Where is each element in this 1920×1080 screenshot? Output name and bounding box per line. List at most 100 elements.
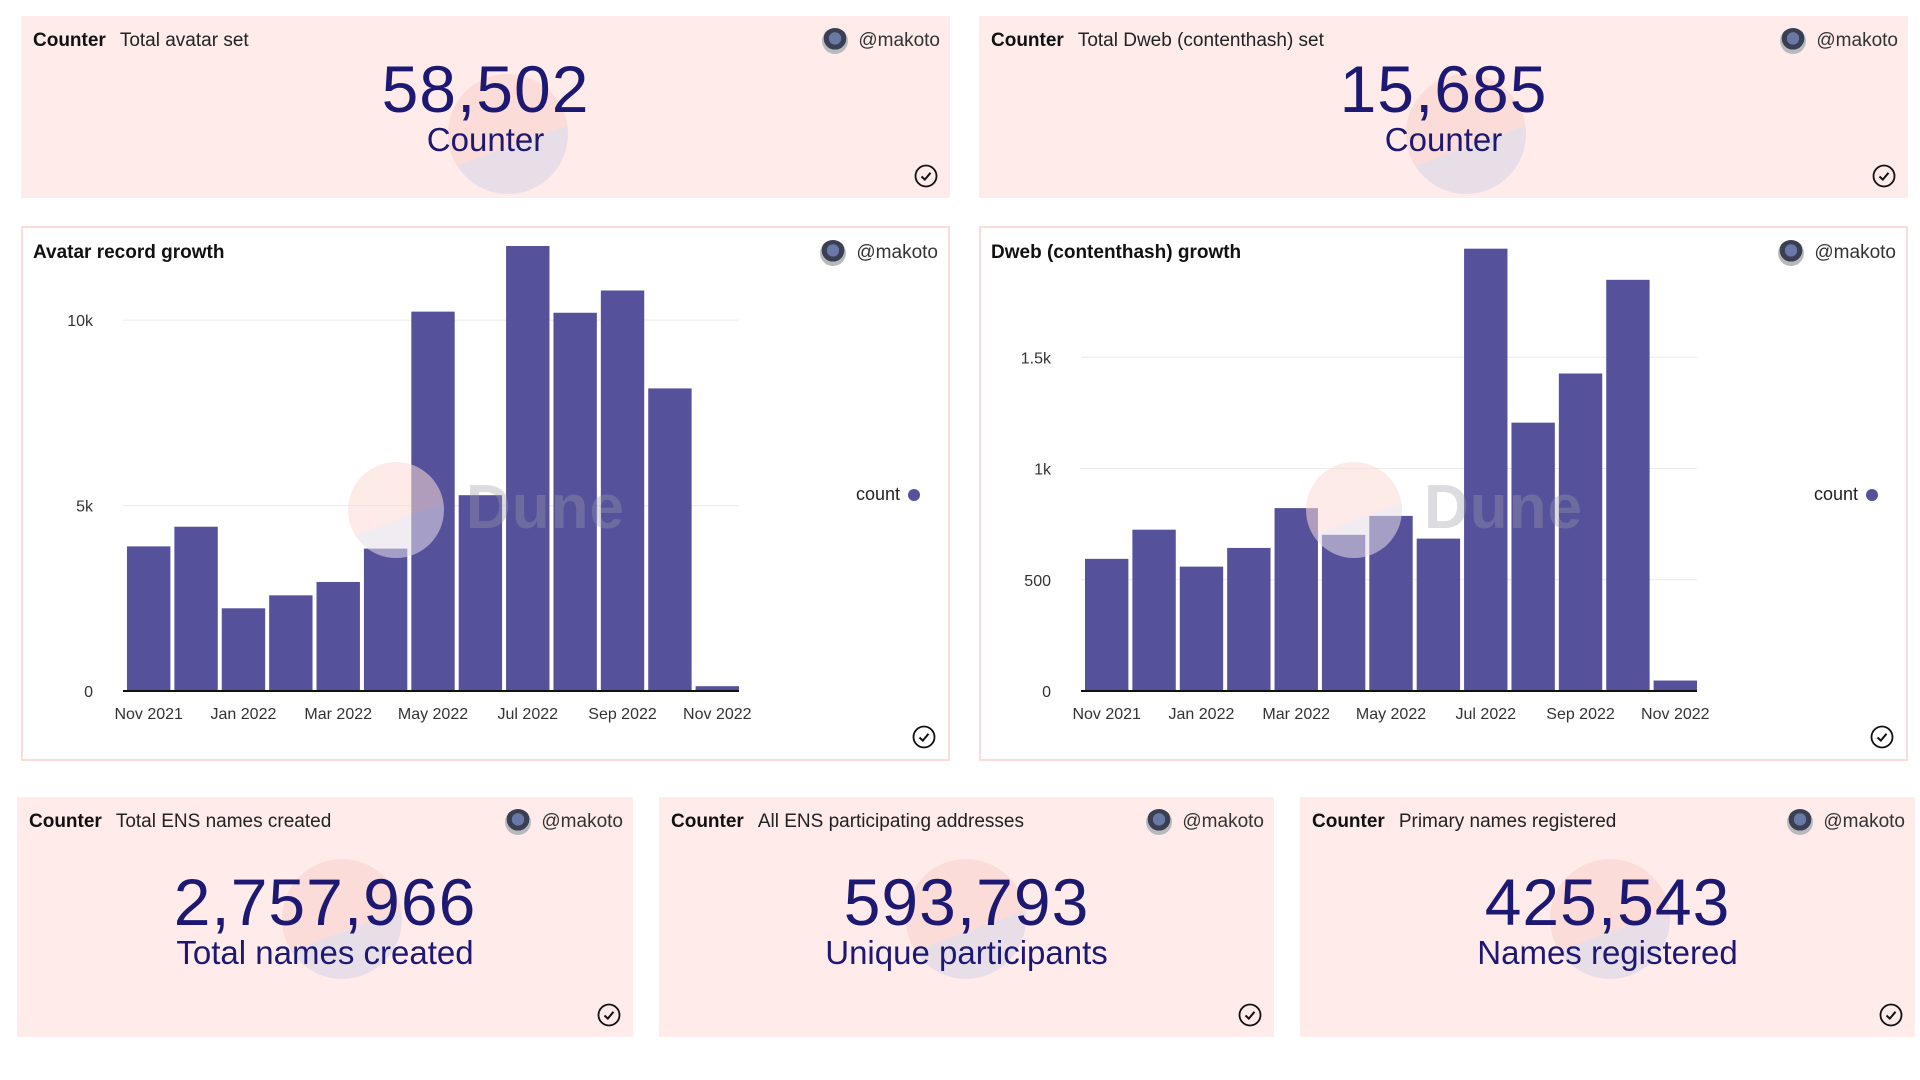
bar[interactable]	[363, 548, 408, 691]
visualization-type: Counter	[1312, 811, 1385, 832]
user-avatar-icon	[822, 28, 849, 54]
counter-value: 593,793	[843, 865, 1090, 939]
x-tick-label: Nov 2021	[114, 706, 183, 723]
card-header: Counter Total avatar set	[33, 30, 249, 52]
bar[interactable]	[1511, 422, 1555, 691]
bar[interactable]	[127, 546, 171, 691]
x-tick-label: Mar 2022	[304, 706, 372, 723]
counter-card-primary-names[interactable]: Counter Primary names registered @makoto…	[1300, 797, 1915, 1037]
y-tick-label: 1k	[1034, 462, 1052, 479]
counter-label: Total names created	[176, 934, 474, 971]
author[interactable]: @makoto	[1780, 28, 1898, 54]
counter-body: 58,502 Counter	[21, 56, 950, 158]
x-tick-label: Nov 2022	[683, 706, 752, 723]
bar[interactable]	[1606, 279, 1650, 691]
x-tick-label: Nov 2022	[1641, 706, 1710, 723]
x-tick-label: Sep 2022	[588, 706, 657, 723]
counter-label: Names registered	[1477, 934, 1738, 971]
counter-value: 15,685	[1339, 52, 1548, 126]
bar[interactable]	[1085, 558, 1129, 691]
x-tick-label: Jan 2022	[1169, 706, 1235, 723]
counter-card-dweb-set[interactable]: Counter Total Dweb (contenthash) set @ma…	[979, 16, 1908, 198]
bar[interactable]	[174, 526, 218, 691]
counter-label: Counter	[1384, 121, 1503, 158]
check-circle-icon	[1879, 1003, 1903, 1027]
author-name[interactable]: @makoto	[541, 811, 623, 833]
bar[interactable]	[506, 246, 550, 691]
bar[interactable]	[269, 595, 313, 691]
author-name[interactable]: @makoto	[1182, 811, 1264, 833]
y-tick-label: 10k	[67, 313, 94, 330]
counter-body: 2,757,966 Total names created	[17, 869, 633, 971]
dune-logo-watermark	[348, 462, 444, 558]
bar[interactable]	[1274, 508, 1318, 691]
author[interactable]: @makoto	[505, 809, 623, 835]
card-header: Counter Primary names registered	[1312, 811, 1616, 833]
author[interactable]: @makoto	[1146, 809, 1264, 835]
bar[interactable]	[1653, 680, 1697, 691]
card-title[interactable]: All ENS participating addresses	[758, 811, 1024, 833]
counter-card-total-names[interactable]: Counter Total ENS names created @makoto …	[17, 797, 633, 1037]
counter-body: 15,685 Counter	[979, 56, 1908, 158]
bar[interactable]	[648, 388, 692, 691]
y-tick-label: 5k	[76, 499, 94, 516]
card-title[interactable]: Primary names registered	[1399, 811, 1617, 833]
author[interactable]: @makoto	[822, 28, 940, 54]
x-tick-label: May 2022	[398, 706, 468, 723]
check-circle-icon	[1238, 1003, 1262, 1027]
x-tick-label: Mar 2022	[1262, 706, 1330, 723]
card-title[interactable]: Total Dweb (contenthash) set	[1078, 30, 1324, 52]
dune-watermark-text: Dune	[466, 473, 625, 542]
visualization-type: Counter	[29, 811, 102, 832]
card-header: Counter All ENS participating addresses	[671, 811, 1024, 833]
user-avatar-icon	[1146, 809, 1173, 835]
bar[interactable]	[1464, 248, 1508, 692]
y-tick-label: 500	[1024, 573, 1051, 590]
author-name[interactable]: @makoto	[858, 30, 940, 52]
counter-card-avatar-set[interactable]: Counter Total avatar set @makoto 58,502 …	[21, 16, 950, 198]
bar[interactable]	[1179, 566, 1224, 691]
card-title[interactable]: Total ENS names created	[116, 811, 331, 833]
bar[interactable]	[1227, 547, 1271, 691]
visualization-type: Counter	[991, 30, 1064, 51]
counter-value: 2,757,966	[173, 865, 477, 939]
x-tick-label: Jan 2022	[211, 706, 277, 723]
counter-body: 593,793 Unique participants	[659, 869, 1274, 971]
counter-value: 58,502	[381, 52, 590, 126]
user-avatar-icon	[1780, 28, 1807, 54]
author-name[interactable]: @makoto	[1816, 30, 1898, 52]
visualization-type: Counter	[33, 30, 106, 51]
bar[interactable]	[221, 608, 266, 691]
user-avatar-icon	[505, 809, 532, 835]
chart-card-dweb-growth[interactable]: Dweb (contenthash) growth @makoto 0 500 1k…	[979, 226, 1908, 761]
check-circle-icon	[914, 164, 938, 188]
x-tick-label: Jul 2022	[498, 706, 559, 723]
x-tick-label: May 2022	[1356, 706, 1426, 723]
counter-label: Counter	[426, 121, 545, 158]
card-header: Counter Total ENS names created	[29, 811, 331, 833]
card-header: Counter Total Dweb (contenthash) set	[991, 30, 1324, 52]
author-name[interactable]: @makoto	[1823, 811, 1905, 833]
dune-watermark-text: Dune	[1424, 473, 1583, 542]
check-circle-icon	[597, 1003, 621, 1027]
check-circle-icon	[1872, 164, 1896, 188]
dune-logo-watermark	[1306, 462, 1402, 558]
counter-card-participants[interactable]: Counter All ENS participating addresses …	[659, 797, 1274, 1037]
counter-label: Unique participants	[825, 934, 1108, 971]
bar[interactable]	[316, 581, 360, 691]
visualization-type: Counter	[671, 811, 744, 832]
bar[interactable]	[1321, 534, 1366, 691]
counter-body: 425,543 Names registered	[1300, 869, 1915, 971]
bar[interactable]	[1132, 529, 1176, 691]
user-avatar-icon	[1787, 809, 1814, 835]
author[interactable]: @makoto	[1787, 809, 1905, 835]
chart-card-avatar-growth[interactable]: Avatar record growth @makoto 0 5k 10k Nov 2…	[21, 226, 950, 761]
x-tick-label: Sep 2022	[1546, 706, 1615, 723]
y-tick-label: 1.5k	[1021, 350, 1052, 367]
x-tick-label: Jul 2022	[1456, 706, 1517, 723]
x-tick-label: Nov 2021	[1072, 706, 1141, 723]
counter-value: 425,543	[1484, 865, 1731, 939]
card-title[interactable]: Total avatar set	[120, 30, 249, 52]
y-tick-label: 0	[1042, 684, 1051, 701]
bar[interactable]	[1416, 538, 1461, 691]
